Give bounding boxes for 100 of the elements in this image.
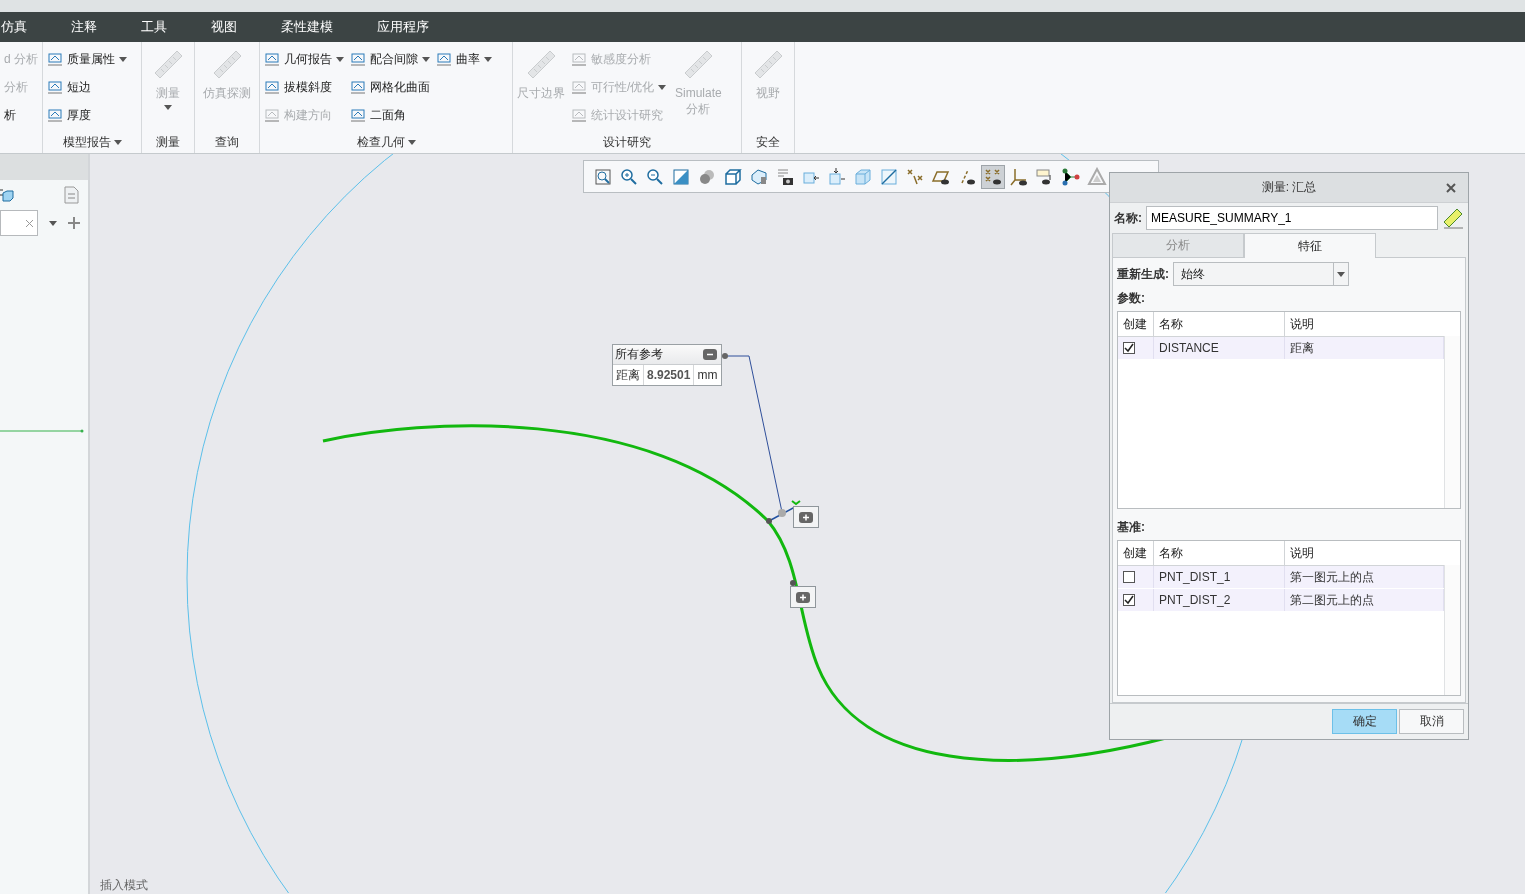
measure-label: 距离 bbox=[613, 365, 644, 385]
column-header: 说明 bbox=[1289, 315, 1315, 333]
analysis-icon bbox=[571, 107, 587, 123]
analysis-icon bbox=[350, 51, 366, 67]
saved-views-icon bbox=[749, 166, 769, 187]
ribbon-button[interactable]: 配合间隙 bbox=[350, 45, 430, 73]
column-header: 创建 bbox=[1118, 312, 1154, 336]
analysis-icon bbox=[436, 51, 452, 67]
field-label: 名称: bbox=[1114, 209, 1142, 227]
analysis-icon bbox=[47, 107, 63, 123]
triangle-icon bbox=[1087, 166, 1107, 187]
ribbon-button[interactable]: 厚度 bbox=[47, 101, 127, 129]
caret-icon bbox=[1337, 271, 1345, 277]
analysis-icon bbox=[264, 107, 280, 123]
collapse-icon[interactable] bbox=[703, 349, 717, 360]
checkbox[interactable] bbox=[1123, 571, 1135, 584]
cube-arrow-icon bbox=[827, 166, 847, 187]
expand-button[interactable] bbox=[793, 506, 819, 528]
caret-icon bbox=[113, 139, 122, 145]
scrollbar[interactable] bbox=[1444, 336, 1460, 509]
plus-icon bbox=[796, 591, 810, 603]
ribbon-button[interactable]: 析 bbox=[4, 101, 38, 129]
group-label: 查询 bbox=[214, 133, 240, 151]
caret-icon bbox=[164, 105, 172, 110]
group-label[interactable]: 模型报告 bbox=[43, 131, 141, 153]
section-label: 基准: bbox=[1117, 519, 1146, 537]
status-text: 插入模式 bbox=[100, 877, 148, 894]
zoom-in-icon bbox=[619, 166, 639, 187]
group-label: 测量 bbox=[155, 133, 181, 151]
analysis-icon bbox=[571, 79, 587, 95]
menu-tab[interactable]: 柔性建模 bbox=[281, 18, 333, 36]
caret-icon bbox=[422, 56, 430, 62]
ribbon-button[interactable]: 二面角 bbox=[350, 101, 430, 129]
menu-tab[interactable]: 仿真 bbox=[1, 18, 27, 36]
menu-tab[interactable]: 工具 bbox=[141, 18, 167, 36]
menu-tab[interactable]: 视图 bbox=[211, 18, 237, 36]
column-header: 名称 bbox=[1154, 541, 1285, 566]
dialog-title: 测量: 汇总 bbox=[1261, 179, 1317, 196]
caret-icon bbox=[119, 56, 127, 62]
ribbon-button[interactable]: 几何报告 bbox=[264, 45, 344, 73]
search-field[interactable] bbox=[0, 210, 38, 236]
column-header: 说明 bbox=[1289, 544, 1315, 562]
axis-icon bbox=[905, 166, 925, 187]
group-label: 设计研究 bbox=[602, 133, 652, 151]
expand-button[interactable] bbox=[790, 586, 816, 608]
clear-icon[interactable] bbox=[25, 218, 34, 228]
checkbox[interactable] bbox=[1123, 594, 1135, 607]
cube-icon bbox=[723, 166, 743, 187]
zoom-fit-icon bbox=[593, 166, 613, 187]
ribbon-button[interactable]: 短边 bbox=[47, 73, 127, 101]
unit-label: mm bbox=[696, 367, 719, 384]
caret-icon bbox=[336, 56, 344, 62]
analysis-icon bbox=[47, 79, 63, 95]
plus-icon bbox=[799, 511, 813, 523]
ruler-icon[interactable] bbox=[1442, 207, 1464, 229]
glass-cube-icon bbox=[853, 166, 873, 187]
point-eye-icon bbox=[983, 166, 1003, 187]
menu-tab[interactable]: 注释 bbox=[71, 18, 97, 36]
ribbon-button[interactable]: 曲率 bbox=[436, 45, 492, 73]
scrollbar[interactable] bbox=[1444, 565, 1460, 695]
analysis-icon bbox=[264, 51, 280, 67]
measure-value: 8.92501 bbox=[644, 365, 695, 385]
analysis-icon bbox=[350, 79, 366, 95]
ribbon-button[interactable]: 质量属性 bbox=[47, 45, 127, 73]
callout-title: 所有参考 bbox=[615, 346, 663, 363]
caret-icon bbox=[658, 84, 667, 90]
table-cell: PNT_DIST_1 bbox=[1154, 566, 1285, 589]
column-header: 创建 bbox=[1118, 541, 1154, 566]
ok-button[interactable]: 确定 bbox=[1332, 709, 1397, 734]
analysis-icon bbox=[350, 107, 366, 123]
group-label: 安全 bbox=[755, 133, 781, 151]
section-label: 参数: bbox=[1117, 290, 1146, 307]
caret-icon bbox=[484, 56, 492, 62]
group-label[interactable]: 检查几何 bbox=[260, 131, 512, 153]
camera-icon bbox=[775, 166, 795, 187]
nodes-icon bbox=[1061, 166, 1081, 187]
table-cell: DISTANCE bbox=[1154, 337, 1285, 359]
field-label: 重新生成: bbox=[1117, 265, 1169, 283]
cancel-button[interactable]: 取消 bbox=[1399, 709, 1464, 734]
zoom-out-icon bbox=[645, 166, 665, 187]
csys-eye-icon bbox=[1009, 166, 1029, 187]
column-header: 名称 bbox=[1154, 312, 1285, 336]
toolbar-button[interactable] bbox=[981, 164, 1005, 189]
ribbon-button[interactable]: 网格化曲面 bbox=[350, 73, 430, 101]
caret-icon bbox=[407, 139, 416, 145]
analysis-icon bbox=[264, 79, 280, 95]
ribbon-button[interactable]: 拔模斜度 bbox=[264, 73, 344, 101]
dialog-tab[interactable]: 特征 bbox=[1244, 233, 1376, 258]
caret-icon[interactable] bbox=[49, 220, 57, 226]
add-icon[interactable] bbox=[68, 217, 80, 229]
analysis-icon bbox=[47, 51, 63, 67]
plane-icon bbox=[879, 166, 899, 187]
name-field[interactable]: MEASURE_SUMMARY_1 bbox=[1146, 206, 1438, 230]
repaint-icon bbox=[671, 166, 691, 187]
regenerate-dropdown[interactable]: 始终 bbox=[1173, 262, 1349, 286]
model-tree-icon[interactable] bbox=[0, 188, 14, 202]
table-cell: PNT_DIST_2 bbox=[1154, 589, 1285, 612]
analysis-icon bbox=[571, 51, 587, 67]
menu-tab[interactable]: 应用程序 bbox=[377, 18, 429, 36]
checkbox[interactable] bbox=[1123, 342, 1135, 354]
